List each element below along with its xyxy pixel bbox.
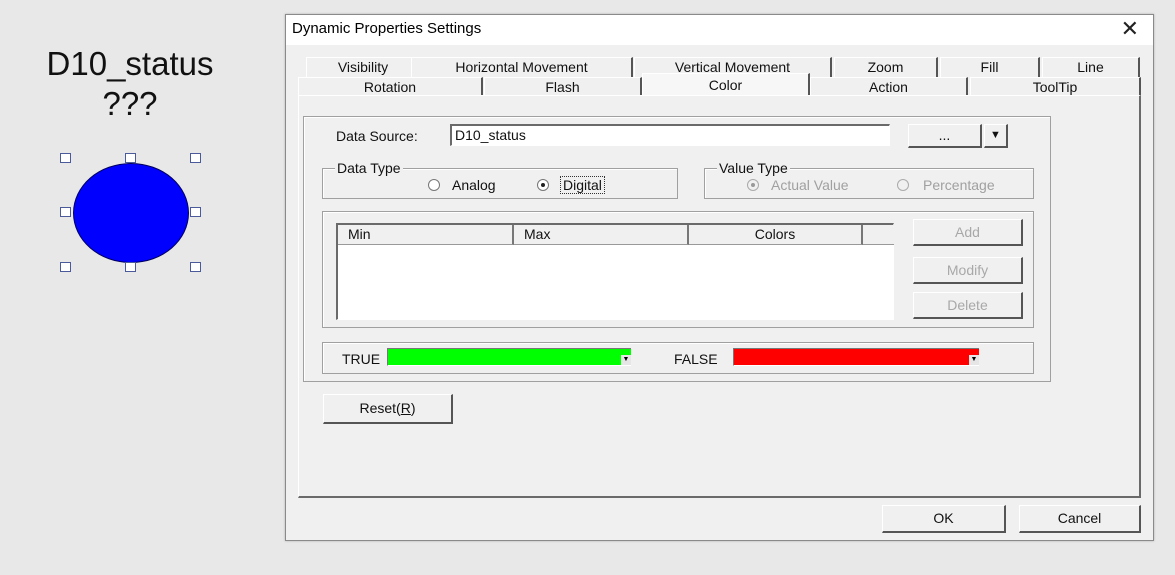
resize-handle-bottom[interactable]	[125, 262, 136, 272]
reset-label-suffix: )	[410, 400, 416, 416]
resize-handle-top[interactable]	[125, 153, 136, 163]
dynamic-properties-dialog: Dynamic Properties Settings ✕ Visibility…	[285, 14, 1154, 541]
dialog-title: Dynamic Properties Settings	[292, 20, 482, 37]
resize-handle-bottom-right[interactable]	[190, 262, 201, 272]
column-header-colors[interactable]: Colors	[689, 225, 863, 245]
tab-rotation[interactable]: Rotation	[298, 77, 483, 97]
modify-range-button[interactable]: Modify	[913, 257, 1023, 284]
resize-handle-left[interactable]	[60, 207, 71, 217]
true-color-picker[interactable]: ▼	[387, 348, 631, 366]
false-color-dropdown-icon[interactable]: ▼	[969, 355, 979, 365]
tab-action[interactable]: Action	[810, 77, 968, 97]
false-color-picker[interactable]: ▼	[733, 348, 979, 366]
tab-visibility[interactable]: Visibility	[306, 57, 421, 77]
delete-range-button[interactable]: Delete	[913, 292, 1023, 319]
tab-horizontal-movement[interactable]: Horizontal Movement	[411, 57, 633, 77]
tab-color[interactable]: Color	[642, 73, 810, 97]
percentage-radio-label[interactable]: Percentage	[923, 177, 995, 193]
analog-radio-label[interactable]: Analog	[452, 177, 496, 193]
value-type-label: Value Type	[717, 160, 790, 176]
color-tab-panel: Data Source: D10_status ... ▼ Data Type …	[298, 95, 1141, 498]
resize-handle-top-left[interactable]	[60, 153, 71, 163]
color-settings-group: Data Source: D10_status ... ▼ Data Type …	[303, 116, 1051, 382]
object-tag-label: D10_status	[46, 45, 214, 82]
true-color-dropdown-icon[interactable]: ▼	[621, 355, 631, 365]
tab-zoom[interactable]: Zoom	[834, 57, 938, 77]
analog-radio[interactable]	[428, 179, 440, 191]
column-header-max[interactable]: Max	[514, 225, 689, 245]
reset-button[interactable]: Reset(R)	[323, 394, 453, 424]
value-type-group: Value Type Actual Value Percentage	[704, 160, 1034, 199]
true-color-label: TRUE	[342, 351, 381, 367]
resize-handle-top-right[interactable]	[190, 153, 201, 163]
status-indicator-circle[interactable]	[73, 163, 189, 263]
column-header-min[interactable]: Min	[338, 225, 514, 245]
color-range-table[interactable]: Min Max Colors	[336, 223, 894, 320]
ok-button[interactable]: OK	[882, 505, 1006, 533]
data-source-dropdown-icon[interactable]: ▼	[984, 124, 1008, 148]
add-range-button[interactable]: Add	[913, 219, 1023, 246]
reset-label-hotkey: R	[400, 400, 411, 416]
reset-label-prefix: Reset(	[359, 400, 401, 416]
data-source-field[interactable]: D10_status	[450, 124, 890, 146]
data-source-label: Data Source:	[336, 128, 418, 144]
tab-fill[interactable]: Fill	[940, 57, 1040, 77]
actual-value-radio[interactable]	[747, 179, 759, 191]
dialog-titlebar: Dynamic Properties Settings ✕	[286, 15, 1153, 45]
percentage-radio[interactable]	[897, 179, 909, 191]
data-source-browse-button[interactable]: ...	[908, 124, 982, 148]
tab-line[interactable]: Line	[1042, 57, 1140, 77]
cancel-button[interactable]: Cancel	[1019, 505, 1141, 533]
data-type-label: Data Type	[335, 160, 403, 176]
color-range-group: Min Max Colors Add Modify Delete	[322, 211, 1034, 328]
close-icon[interactable]: ✕	[1121, 16, 1139, 42]
object-value-label: ???	[102, 85, 158, 122]
digital-radio[interactable]	[537, 179, 549, 191]
data-type-group: Data Type Analog Digital	[322, 160, 678, 199]
actual-value-radio-label[interactable]: Actual Value	[771, 177, 849, 193]
resize-handle-right[interactable]	[190, 207, 201, 217]
digital-colors-group: TRUE ▼ FALSE ▼	[322, 342, 1034, 374]
tab-tooltip[interactable]: ToolTip	[970, 77, 1141, 97]
tab-flash[interactable]: Flash	[484, 77, 642, 97]
resize-handle-bottom-left[interactable]	[60, 262, 71, 272]
false-color-label: FALSE	[674, 351, 718, 367]
column-header-filler	[863, 225, 894, 245]
digital-radio-label[interactable]: Digital	[560, 176, 605, 194]
